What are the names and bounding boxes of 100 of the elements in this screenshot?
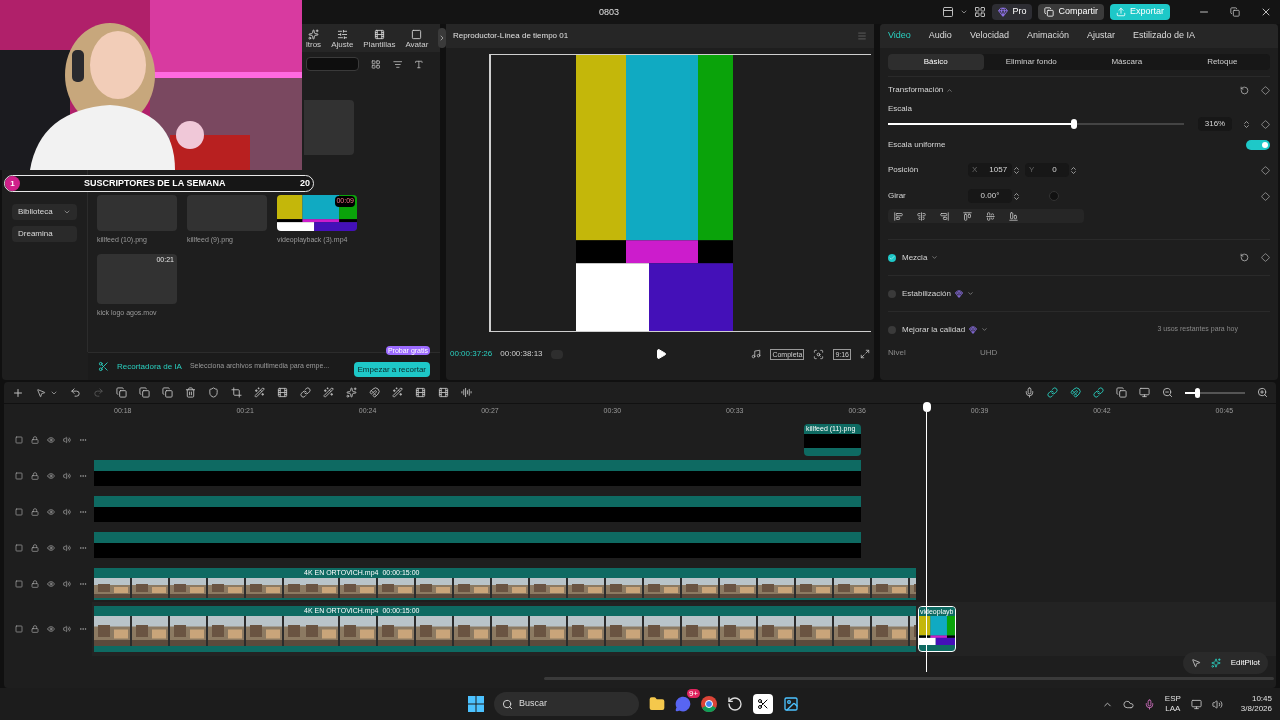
align-icon[interactable] bbox=[917, 211, 926, 221]
timeline-clip[interactable] bbox=[94, 532, 861, 558]
stepper-icon[interactable] bbox=[1242, 119, 1251, 129]
tool-icon[interactable] bbox=[139, 387, 150, 398]
align-icon[interactable] bbox=[986, 211, 995, 221]
stepper-icon[interactable] bbox=[1012, 165, 1021, 175]
sub-tab[interactable]: Eliminar fondo bbox=[983, 54, 1079, 70]
preview-icon[interactable] bbox=[1139, 387, 1150, 398]
x-field[interactable]: X 1057 bbox=[968, 163, 1012, 177]
keyframe-icon[interactable] bbox=[1261, 191, 1270, 201]
microphone-icon[interactable] bbox=[1024, 387, 1035, 398]
speaker-icon[interactable] bbox=[63, 508, 71, 516]
more-icon[interactable] bbox=[79, 580, 87, 588]
speaker-icon[interactable] bbox=[63, 544, 71, 552]
panels-icon[interactable] bbox=[974, 6, 987, 18]
tool-tab[interactable]: Ajuste bbox=[331, 29, 354, 52]
align-icon[interactable] bbox=[963, 211, 972, 221]
eye-icon[interactable] bbox=[47, 544, 55, 552]
cursor-icon[interactable] bbox=[36, 387, 46, 398]
photos-icon[interactable] bbox=[783, 696, 799, 712]
zoom-in-icon[interactable] bbox=[1257, 387, 1268, 398]
tool-icon[interactable] bbox=[116, 387, 127, 398]
link-icon[interactable] bbox=[1093, 387, 1104, 398]
stepper-icon[interactable] bbox=[1012, 191, 1021, 201]
inspector-tab[interactable]: Estilizado de IA bbox=[1133, 29, 1196, 43]
link-icon[interactable] bbox=[1047, 387, 1058, 398]
add-icon[interactable] bbox=[12, 386, 24, 399]
tool-icon[interactable] bbox=[346, 387, 357, 398]
inspector-tab[interactable]: Ajustar bbox=[1086, 29, 1115, 43]
sidebar-item[interactable]: Dreamina bbox=[12, 226, 77, 242]
network-icon[interactable] bbox=[1190, 698, 1202, 710]
start-trim-button[interactable]: Empezar a recortar bbox=[353, 362, 430, 377]
inspector-tab[interactable]: Velocidad bbox=[969, 29, 1009, 43]
speaker-icon[interactable] bbox=[63, 625, 71, 633]
keyframe-icon[interactable] bbox=[1261, 253, 1270, 262]
layout-icon[interactable] bbox=[942, 6, 955, 18]
eye-icon[interactable] bbox=[47, 472, 55, 480]
search-field[interactable] bbox=[306, 57, 359, 71]
pro-button[interactable]: Pro bbox=[992, 4, 1033, 20]
lock-icon[interactable] bbox=[31, 436, 39, 444]
lock-icon[interactable] bbox=[31, 544, 39, 552]
windows-logo-icon[interactable] bbox=[468, 696, 484, 712]
align-icon[interactable] bbox=[1009, 211, 1018, 221]
share-button[interactable]: Compartir bbox=[1038, 4, 1104, 20]
more-icon[interactable] bbox=[79, 508, 87, 516]
eye-icon[interactable] bbox=[47, 580, 55, 588]
collapse-icon[interactable] bbox=[946, 86, 954, 94]
search-field[interactable]: Buscar bbox=[494, 692, 639, 716]
scale-field[interactable]: 316% bbox=[1198, 117, 1232, 131]
keyframe-icon[interactable] bbox=[1261, 85, 1270, 95]
eye-icon[interactable] bbox=[47, 625, 55, 633]
speaker-icon[interactable] bbox=[63, 472, 71, 480]
tool-tab[interactable]: Avatar bbox=[405, 29, 429, 52]
sub-tab[interactable]: Máscara bbox=[1079, 54, 1175, 70]
speaker-icon[interactable] bbox=[63, 580, 71, 588]
lock-icon[interactable] bbox=[31, 625, 39, 633]
more-icon[interactable] bbox=[79, 436, 87, 444]
inspector-tab[interactable]: Animación bbox=[1026, 29, 1069, 43]
lock-icon[interactable] bbox=[31, 472, 39, 480]
toggle-switch[interactable] bbox=[1246, 140, 1270, 150]
reset-icon[interactable] bbox=[1240, 85, 1249, 95]
clock-time[interactable]: 10:45 bbox=[1251, 694, 1272, 704]
keyframe-icon[interactable] bbox=[1261, 165, 1270, 175]
lock-icon[interactable] bbox=[31, 580, 39, 588]
more-icon[interactable] bbox=[79, 472, 87, 480]
caret-icon[interactable] bbox=[981, 326, 989, 333]
filter-icon[interactable] bbox=[414, 58, 424, 70]
zoom-out-icon[interactable] bbox=[1162, 387, 1173, 398]
sidebar-item[interactable]: Biblioteca bbox=[12, 204, 77, 220]
y-field[interactable]: Y 0 bbox=[1025, 163, 1069, 177]
inspector-tab[interactable]: Video bbox=[888, 29, 911, 43]
sub-tab[interactable]: Retoque bbox=[1174, 54, 1270, 70]
tool-icon[interactable] bbox=[323, 387, 334, 398]
timeline-clip[interactable] bbox=[94, 460, 861, 486]
track-icon[interactable] bbox=[15, 436, 23, 444]
tool-icon[interactable] bbox=[70, 387, 81, 398]
track-icon[interactable] bbox=[15, 580, 23, 588]
eye-icon[interactable] bbox=[47, 508, 55, 516]
keyframe-icon[interactable] bbox=[1261, 119, 1270, 129]
close-icon[interactable] bbox=[1260, 6, 1272, 18]
tool-icon[interactable] bbox=[254, 387, 265, 398]
track-icon[interactable] bbox=[15, 472, 23, 480]
reset-icon[interactable] bbox=[1240, 253, 1249, 262]
microphone-icon[interactable] bbox=[1143, 698, 1155, 710]
inspector-tab[interactable]: Audio bbox=[928, 29, 952, 43]
magnet-icon[interactable] bbox=[1070, 387, 1081, 398]
restore-icon[interactable] bbox=[1230, 7, 1240, 17]
browser-icon[interactable] bbox=[701, 696, 717, 712]
track-icon[interactable] bbox=[15, 508, 23, 516]
keyboard-region[interactable]: LAA bbox=[1165, 704, 1181, 714]
speaker-icon[interactable] bbox=[63, 436, 71, 444]
volume-icon[interactable] bbox=[1211, 698, 1223, 710]
folder-icon[interactable] bbox=[649, 696, 665, 712]
caret-icon[interactable] bbox=[960, 8, 969, 16]
music-icon[interactable] bbox=[751, 349, 762, 359]
cloud-icon[interactable] bbox=[1122, 698, 1134, 710]
align-icon[interactable] bbox=[940, 211, 949, 221]
sub-tab[interactable]: Básico bbox=[888, 54, 984, 70]
tool-icon[interactable] bbox=[438, 387, 449, 398]
language[interactable]: ESP bbox=[1164, 694, 1181, 704]
